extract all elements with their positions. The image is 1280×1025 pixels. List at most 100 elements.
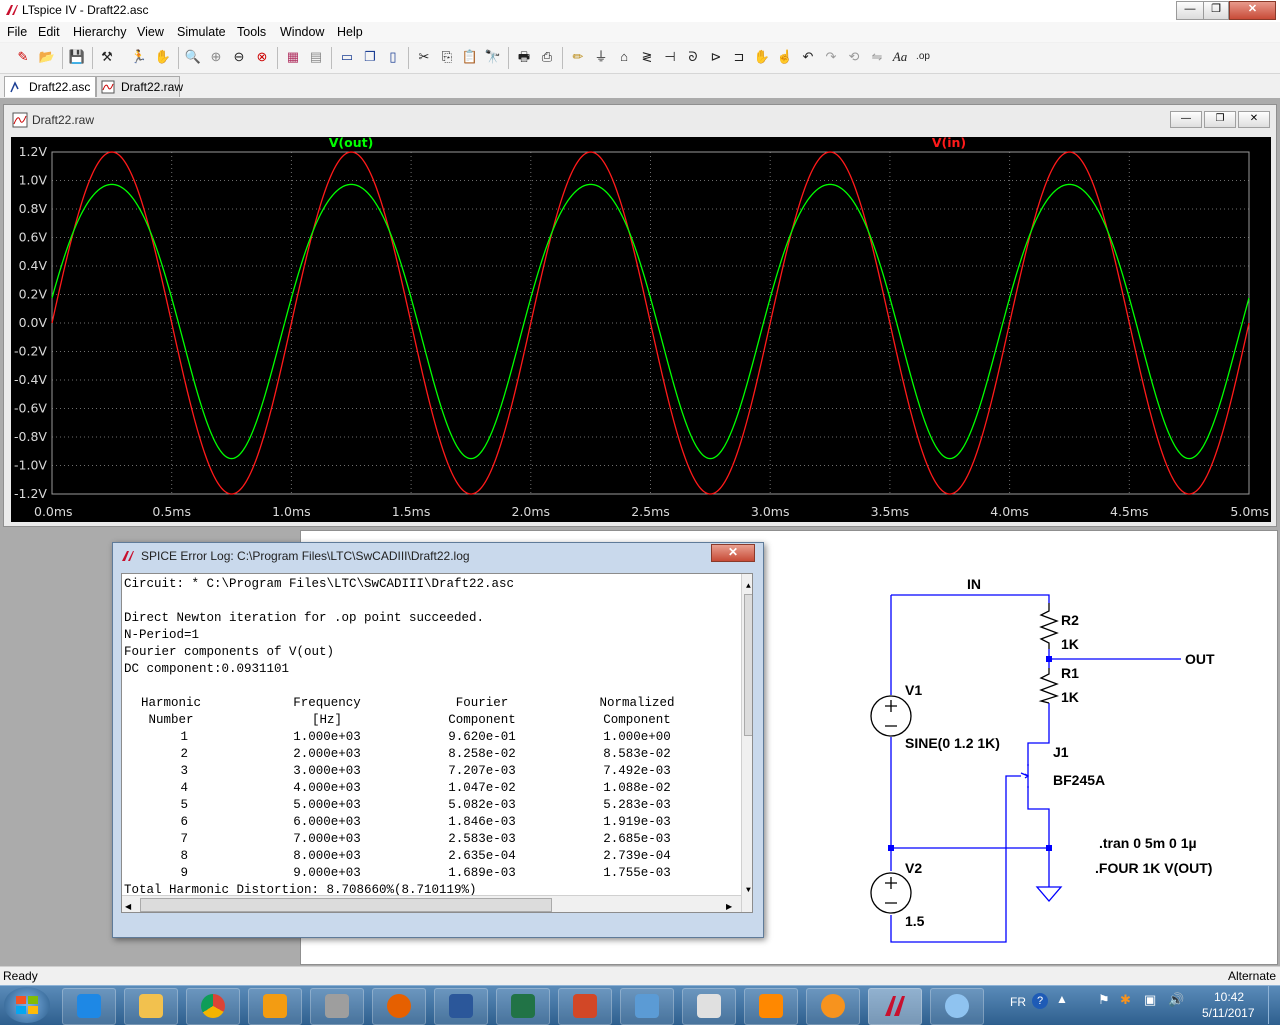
plot-pane[interactable]: 1.2V 1.0V 0.8V 0.6V 0.4V 0.2V 0.0V -0.2V -0.4V -0… <box>11 135 1271 522</box>
legend-vout[interactable]: V(out) <box>329 135 374 150</box>
zoom-out-icon[interactable]: ⊖ <box>230 48 248 66</box>
rotate-icon[interactable]: ⟲ <box>845 48 863 66</box>
taskbar-explorer[interactable] <box>124 988 178 1025</box>
menu-window[interactable]: Window <box>280 25 324 39</box>
taskbar-paint[interactable] <box>930 988 984 1025</box>
control-panel-icon[interactable]: ⚒ <box>98 48 116 66</box>
label-net-icon[interactable]: ⌂ <box>615 48 633 66</box>
new-schematic-icon[interactable]: ✎ <box>14 48 32 66</box>
net-label-in[interactable]: IN <box>967 576 981 592</box>
undo-icon[interactable]: ↶ <box>799 48 817 66</box>
run-icon[interactable]: 🏃 <box>130 48 148 66</box>
four-directive[interactable]: .FOUR 1K V(OUT) <box>1095 860 1212 876</box>
waveform-window[interactable]: Draft22.raw — ❐ ✕ 1.2V 1.0V 0.8V 0.6V 0.4V 0.… <box>3 104 1277 527</box>
v1-name[interactable]: V1 <box>905 682 922 698</box>
cascade-icon[interactable]: ❐ <box>361 48 379 66</box>
scroll-up-icon[interactable]: ▲ <box>746 578 751 595</box>
drag-icon[interactable]: ☝ <box>776 48 794 66</box>
language-indicator[interactable]: FR <box>1010 995 1026 1009</box>
tab-schematic[interactable]: Draft22.asc <box>4 76 96 97</box>
plot-minimize-button[interactable]: — <box>1170 111 1202 128</box>
ground-icon[interactable]: ⏚ <box>592 48 610 66</box>
menu-simulate[interactable]: Simulate <box>177 25 226 39</box>
menu-file[interactable]: File <box>7 25 27 39</box>
diode-icon[interactable]: ⊳ <box>707 48 725 66</box>
tab-waveform[interactable]: Draft22.raw <box>96 76 183 97</box>
action-center-icon[interactable]: ⚑ <box>1098 992 1110 1008</box>
horizontal-scrollbar[interactable]: ◀ ▶ <box>122 895 741 912</box>
print-icon[interactable]: ⎙ <box>538 48 556 66</box>
log-text-area[interactable]: Circuit: * C:\Program Files\LTC\SwCADIII… <box>121 573 753 913</box>
r2-value[interactable]: 1K <box>1061 636 1079 652</box>
spice-directive-icon[interactable]: .op <box>914 48 932 66</box>
scroll-right-icon[interactable]: ▶ <box>726 899 732 912</box>
clock-time[interactable]: 10:42 <box>1214 990 1244 1004</box>
tile-vertical-icon[interactable]: ▯ <box>384 48 402 66</box>
save-icon[interactable]: 💾 <box>68 48 86 66</box>
move-icon[interactable]: ✋ <box>753 48 771 66</box>
restore-button[interactable]: ❐ <box>1203 1 1229 20</box>
zoom-in-icon[interactable]: 🔍 <box>184 48 202 66</box>
taskbar-excel[interactable] <box>496 988 550 1025</box>
v1-value[interactable]: SINE(0 1.2 1K) <box>905 735 1000 751</box>
tile-horizontal-icon[interactable]: ▭ <box>338 48 356 66</box>
scroll-left-icon[interactable]: ◀ <box>125 899 131 912</box>
resistor-icon[interactable]: ≷ <box>638 48 656 66</box>
autorange-icon[interactable]: ▦ <box>284 48 302 66</box>
wire-icon[interactable]: ✏ <box>569 48 587 66</box>
taskbar-ltspice[interactable] <box>868 988 922 1025</box>
vertical-scroll-thumb[interactable] <box>744 594 752 736</box>
text-icon[interactable]: Aa <box>891 48 909 66</box>
close-button[interactable]: ✕ <box>1229 1 1276 20</box>
j1-value[interactable]: BF245A <box>1053 772 1105 788</box>
mirror-icon[interactable]: ⇋ <box>868 48 886 66</box>
menu-hierarchy[interactable]: Hierarchy <box>73 25 127 39</box>
menu-help[interactable]: Help <box>337 25 363 39</box>
scroll-down-icon[interactable]: ▼ <box>746 882 751 899</box>
r2-name[interactable]: R2 <box>1061 612 1079 628</box>
horizontal-scroll-thumb[interactable] <box>140 898 552 912</box>
print-setup-icon[interactable]: 🖶 <box>515 48 533 66</box>
inductor-icon[interactable]: ᘐ <box>684 48 702 66</box>
open-folder-icon[interactable]: 📂 <box>38 48 56 66</box>
clock-date[interactable]: 5/11/2017 <box>1202 1006 1255 1020</box>
help-icon[interactable]: ? <box>1032 993 1048 1009</box>
taskbar-control-panel[interactable] <box>620 988 674 1025</box>
minimize-button[interactable]: — <box>1176 1 1204 20</box>
taskbar-remote[interactable] <box>682 988 736 1025</box>
j1-name[interactable]: J1 <box>1053 744 1069 760</box>
plot-close-button[interactable]: ✕ <box>1238 111 1270 128</box>
menu-view[interactable]: View <box>137 25 164 39</box>
capacitor-icon[interactable]: ⊣ <box>661 48 679 66</box>
network-icon[interactable]: ▣ <box>1144 992 1156 1008</box>
show-hidden-icons-icon[interactable]: ▲ <box>1056 992 1068 1006</box>
plot-restore-button[interactable]: ❐ <box>1204 111 1236 128</box>
taskbar-firefox[interactable] <box>372 988 426 1025</box>
legend-vin[interactable]: V(in) <box>932 135 966 150</box>
halt-icon[interactable]: ✋ <box>154 48 172 66</box>
component-icon[interactable]: ⊐ <box>730 48 748 66</box>
taskbar-chrome[interactable] <box>186 988 240 1025</box>
menu-tools[interactable]: Tools <box>237 25 266 39</box>
pan-icon[interactable]: ⊕ <box>207 48 225 66</box>
taskbar-avast[interactable] <box>806 988 860 1025</box>
paste-icon[interactable]: 📋 <box>461 48 479 66</box>
tran-directive[interactable]: .tran 0 5m 0 1µ <box>1099 835 1197 851</box>
r1-name[interactable]: R1 <box>1061 665 1079 681</box>
waveform-chart[interactable]: 1.2V 1.0V 0.8V 0.6V 0.4V 0.2V 0.0V -0.2V -0.4V -0… <box>11 135 1271 522</box>
show-desktop-button[interactable] <box>1268 986 1280 1024</box>
cut-icon[interactable]: ✂ <box>415 48 433 66</box>
taskbar-vlc[interactable] <box>744 988 798 1025</box>
vertical-scrollbar[interactable]: ▲ ▼ <box>741 574 752 912</box>
menu-edit[interactable]: Edit <box>38 25 60 39</box>
spice-error-log-window[interactable]: SPICE Error Log: C:\Program Files\LTC\Sw… <box>112 542 764 938</box>
v2-name[interactable]: V2 <box>905 860 922 876</box>
find-icon[interactable]: 🔭 <box>484 48 502 66</box>
redo-icon[interactable]: ↷ <box>822 48 840 66</box>
taskbar-ie[interactable] <box>62 988 116 1025</box>
start-button[interactable] <box>4 987 50 1023</box>
taskbar-media[interactable] <box>248 988 302 1025</box>
r1-value[interactable]: 1K <box>1061 689 1079 705</box>
copy-icon[interactable]: ⎘ <box>438 48 456 66</box>
taskbar-mail[interactable] <box>310 988 364 1025</box>
